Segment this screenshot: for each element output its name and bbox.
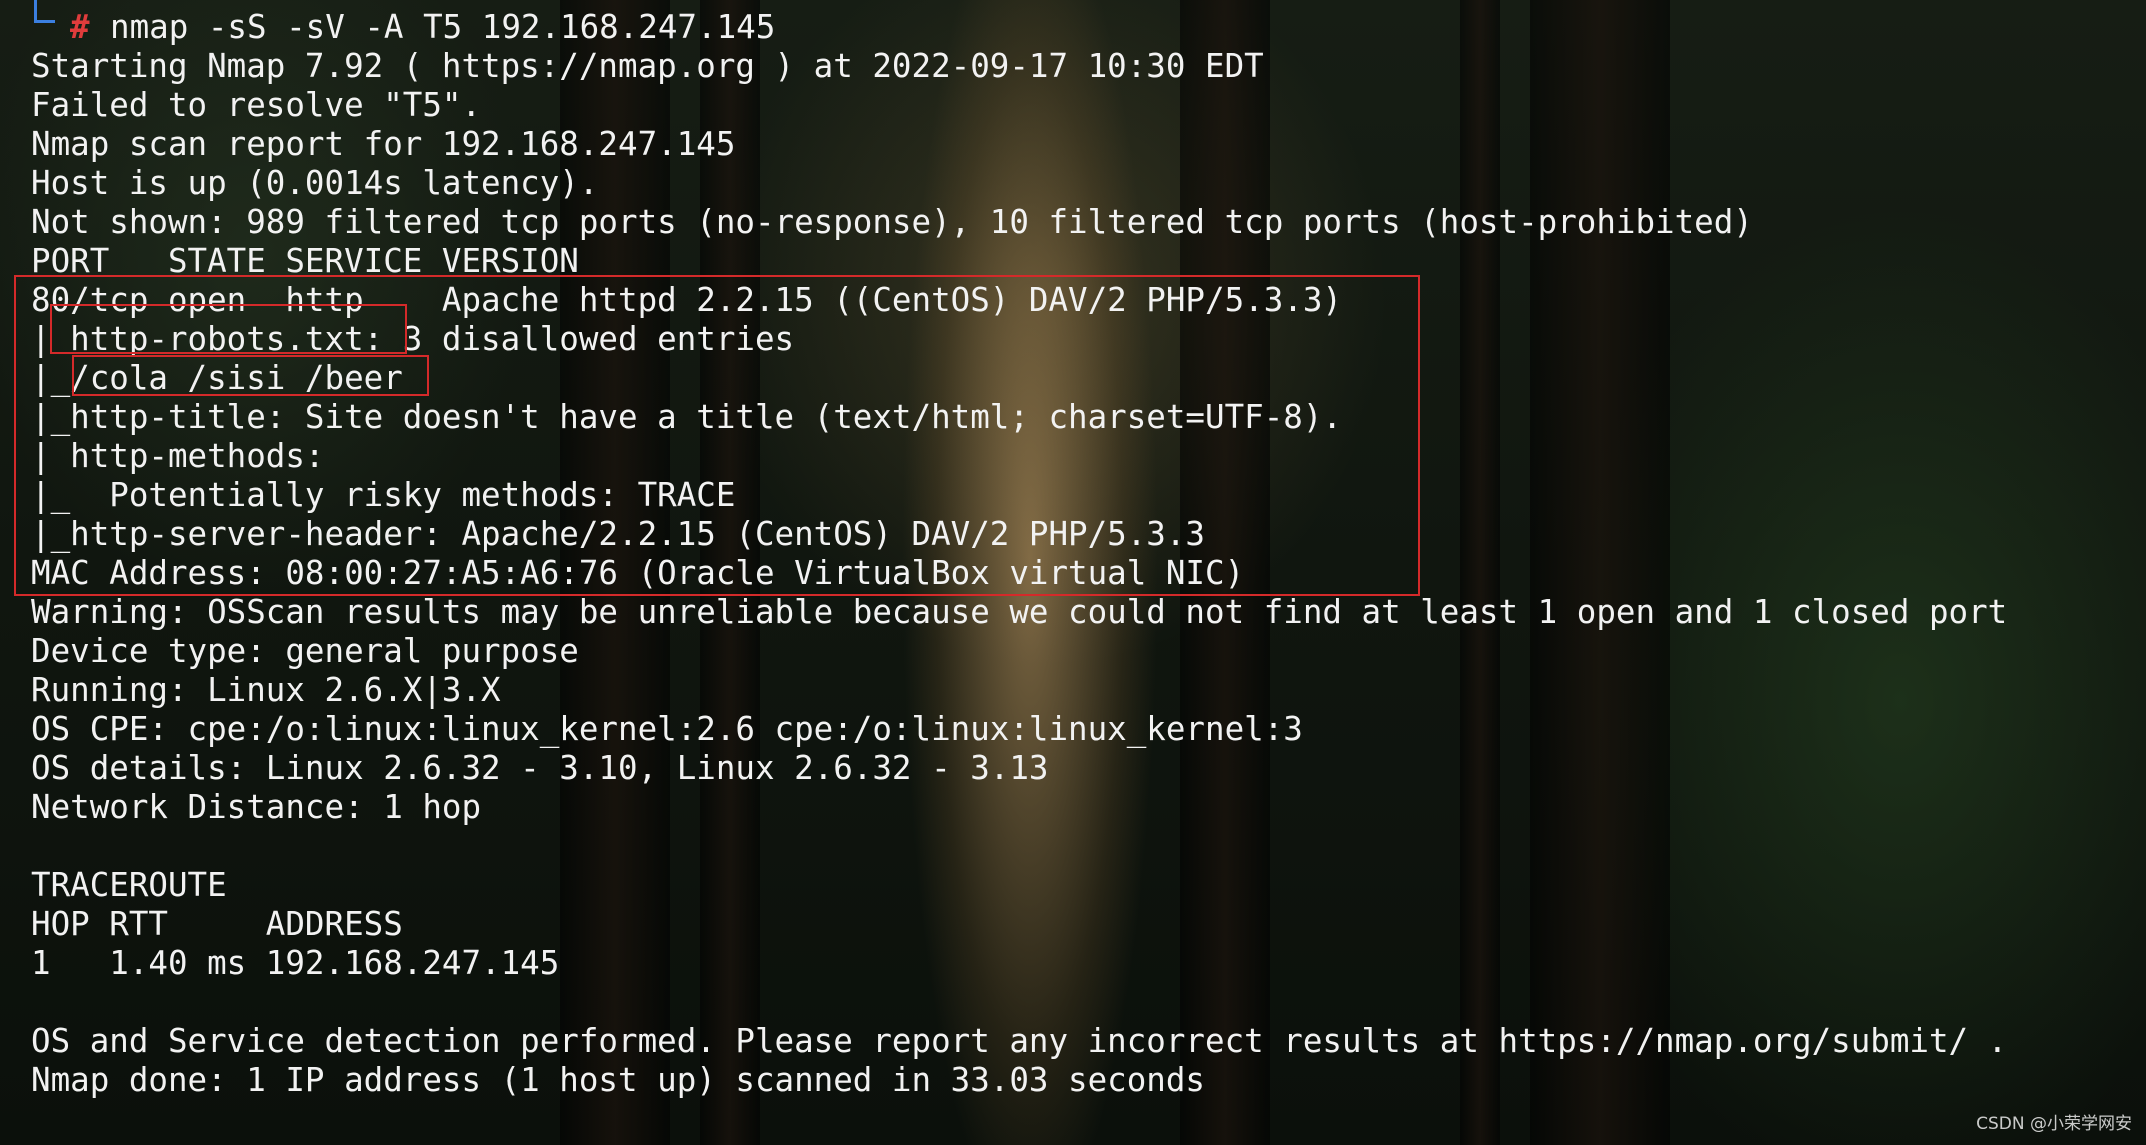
background-tree-trunk [1530,0,1670,1145]
watermark-label: CSDN @小荣学网安 [1976,1114,2132,1134]
terminal-window[interactable]: # nmap -sS -sV -A T5 192.168.247.145 Sta… [0,0,2146,1145]
terminal-output-line: Starting Nmap 7.92 ( https://nmap.org ) … [31,47,1264,85]
terminal-output-line: Running: Linux 2.6.X|3.X [31,671,501,709]
terminal-output-line: TRACEROUTE [31,866,227,904]
prompt-frame-icon [34,0,55,23]
terminal-output-line: Nmap scan report for 192.168.247.145 [31,125,736,163]
terminal-output-line: OS details: Linux 2.6.32 - 3.10, Linux 2… [31,749,1049,787]
terminal-output-line: HOP RTT ADDRESS [31,905,403,943]
terminal-output-line: OS CPE: cpe:/o:linux:linux_kernel:2.6 cp… [31,710,1303,748]
terminal-output-line: |_http-title: Site doesn't have a title … [31,398,1342,436]
terminal-output-line: Warning: OSScan results may be unreliabl… [31,593,2008,631]
terminal-output-line: |_/cola /sisi /beer [31,359,403,397]
terminal-output-line: 80/tcp open http Apache httpd 2.2.15 ((C… [31,281,1342,319]
terminal-output-line: Not shown: 989 filtered tcp ports (no-re… [31,203,1753,241]
terminal-output-line: OS and Service detection performed. Plea… [31,1022,2008,1060]
terminal-output-line: Nmap done: 1 IP address (1 host up) scan… [31,1061,1205,1099]
command-line[interactable]: nmap -sS -sV -A T5 192.168.247.145 [110,8,775,47]
terminal-output-line: 1 1.40 ms 192.168.247.145 [31,944,560,982]
terminal-output-line: MAC Address: 08:00:27:A5:A6:76 (Oracle V… [31,554,1245,592]
terminal-output-line: |_ Potentially risky methods: TRACE [31,476,736,514]
background-tree-trunk [1460,0,1500,1145]
terminal-output-line: Network Distance: 1 hop [31,788,482,826]
terminal-output-line: |_http-server-header: Apache/2.2.15 (Cen… [31,515,1205,553]
terminal-output-line: PORT STATE SERVICE VERSION [31,242,579,280]
terminal-output-line: Host is up (0.0014s latency). [31,164,599,202]
terminal-output-line: Device type: general purpose [31,632,579,670]
terminal-output-line: | http-robots.txt: 3 disallowed entries [31,320,795,358]
prompt-symbol: # [70,8,90,46]
terminal-output-line: Failed to resolve "T5". [31,86,482,124]
terminal-output-line: | http-methods: [31,437,325,475]
